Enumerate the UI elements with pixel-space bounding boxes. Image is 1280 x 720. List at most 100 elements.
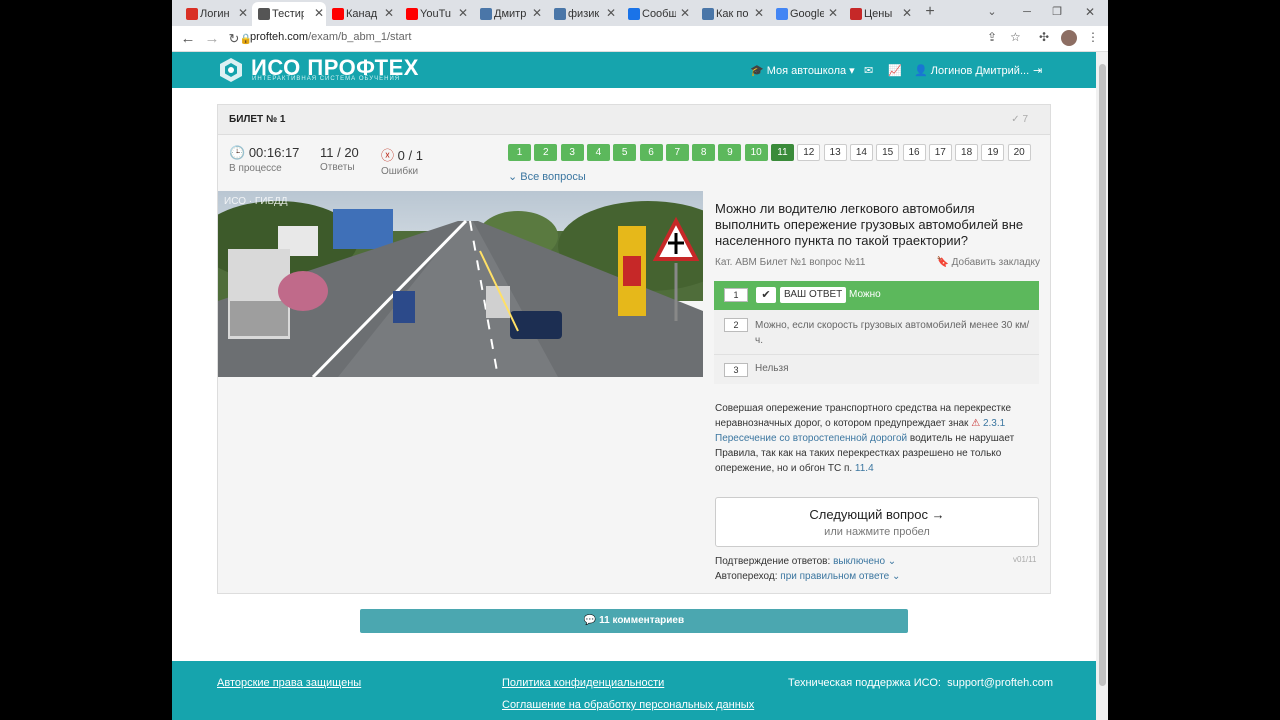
- profile-avatar[interactable]: [1061, 30, 1077, 46]
- confirm-dropdown[interactable]: выключено ⌄: [833, 556, 896, 567]
- question-number-13[interactable]: 13: [823, 144, 847, 161]
- autoadvance-value: при правильном ответе: [780, 571, 890, 582]
- close-tab-icon[interactable]: ✕: [680, 6, 690, 20]
- url-field[interactable]: profteh.com/exam/b_abm_1/start: [250, 31, 411, 43]
- sign-name-link[interactable]: Пересечение со второстепенной дорогой: [715, 433, 907, 444]
- question-number-9[interactable]: 9: [718, 144, 742, 161]
- nav-user-label: Логинов Дмитрий...: [930, 65, 1030, 77]
- favicon-icon: [406, 8, 418, 20]
- add-bookmark-link[interactable]: 🔖 Добавить закладку: [936, 257, 1040, 268]
- answer-option-3[interactable]: 3 Нельзя: [714, 355, 1039, 384]
- question-number-10[interactable]: 10: [744, 144, 768, 161]
- question-number-12[interactable]: 12: [797, 144, 821, 161]
- close-tab-icon[interactable]: ✕: [606, 6, 616, 20]
- browser-tab[interactable]: Как по ✕: [702, 2, 766, 26]
- question-number-2[interactable]: 2: [534, 144, 558, 161]
- question-photo: ИСО · ГИБДД: [218, 191, 703, 377]
- question-number-7[interactable]: 7: [665, 144, 689, 161]
- site-footer: Авторские права защищены Политика конфид…: [172, 661, 1096, 720]
- errors-value: 0 / 1: [397, 148, 423, 163]
- extensions-icon[interactable]: ✣: [1039, 30, 1049, 44]
- minimize-icon[interactable]: ─: [1017, 2, 1037, 22]
- comments-button[interactable]: 💬 11 комментариев: [360, 609, 908, 633]
- tab-label: Дмитр: [494, 8, 527, 20]
- browser-tab[interactable]: Google ✕: [776, 2, 840, 26]
- close-tab-icon[interactable]: ✕: [754, 6, 764, 20]
- forward-icon[interactable]: →: [202, 29, 222, 49]
- browser-tab[interactable]: YouTu ✕: [406, 2, 470, 26]
- answers-label: Ответы: [320, 162, 355, 173]
- maximize-icon[interactable]: ❐: [1047, 2, 1067, 22]
- agreement-link[interactable]: Соглашение на обработку персональных дан…: [502, 699, 754, 711]
- favicon-icon: [776, 8, 788, 20]
- copyright-link[interactable]: Авторские права защищены: [217, 677, 361, 689]
- browser-tab[interactable]: Тестир ✕: [252, 2, 326, 26]
- question-number-8[interactable]: 8: [692, 144, 716, 161]
- question-number-14[interactable]: 14: [849, 144, 873, 161]
- mail-icon[interactable]: ✉: [864, 64, 873, 77]
- photo-watermark: ИСО · ГИБДД: [224, 196, 288, 207]
- browser-tab[interactable]: Сообщ ✕: [628, 2, 692, 26]
- rule-link[interactable]: 11.4: [855, 463, 874, 474]
- nav-my-school[interactable]: 🎓 Моя автошкола ▾: [750, 64, 855, 77]
- support-email[interactable]: support@profteh.com: [947, 677, 1053, 689]
- autoadvance-dropdown[interactable]: при правильном ответе ⌄: [780, 571, 900, 582]
- question-number-15[interactable]: 15: [876, 144, 900, 161]
- version-label: v01/11: [1013, 555, 1037, 564]
- tab-search-icon[interactable]: ⌄: [982, 2, 1002, 22]
- question-number-20[interactable]: 20: [1007, 144, 1031, 161]
- scrollbar-thumb[interactable]: [1099, 64, 1106, 686]
- ticket-counter-value: 7: [1022, 114, 1028, 125]
- question-number-5[interactable]: 5: [613, 144, 637, 161]
- new-tab-button[interactable]: +: [920, 2, 940, 22]
- comments-label: 11 комментариев: [599, 615, 685, 626]
- question-text: Можно ли водителю легкового автомобиля в…: [715, 201, 1024, 248]
- chrome-menu-icon[interactable]: ⋮: [1087, 30, 1099, 44]
- next-question-button[interactable]: Следующий вопрос → или нажмите пробел: [715, 497, 1039, 547]
- question-number-18[interactable]: 18: [955, 144, 979, 161]
- question-number-1[interactable]: 1: [508, 144, 531, 161]
- favicon-icon: [628, 8, 640, 20]
- back-icon[interactable]: ←: [178, 29, 198, 49]
- close-tab-icon[interactable]: ✕: [458, 6, 468, 20]
- user-icon: 👤: [914, 65, 928, 77]
- logout-icon[interactable]: ⇥: [1033, 64, 1042, 77]
- answer-number: 2: [724, 318, 748, 332]
- question-number-19[interactable]: 19: [981, 144, 1005, 161]
- all-questions-link[interactable]: ⌄ Все вопросы: [508, 170, 586, 183]
- warning-sign-icon: ⚠: [971, 418, 981, 429]
- check-icon: ✔: [756, 287, 776, 303]
- logo-icon[interactable]: [218, 57, 244, 83]
- close-tab-icon[interactable]: ✕: [384, 6, 394, 20]
- question-number-11[interactable]: 11: [771, 144, 794, 161]
- browser-tab[interactable]: Цены ✕: [850, 2, 914, 26]
- your-answer-badge: ВАШ ОТВЕТ: [780, 287, 847, 303]
- stats-icon[interactable]: 📈: [888, 64, 902, 77]
- question-number-4[interactable]: 4: [586, 144, 610, 161]
- question-number-3[interactable]: 3: [560, 144, 584, 161]
- answer-option-2[interactable]: 2 Можно, если скорость грузовых автомоби…: [714, 310, 1039, 355]
- close-tab-icon[interactable]: ✕: [828, 6, 838, 20]
- share-icon[interactable]: ⇪: [987, 30, 997, 44]
- browser-tab[interactable]: Дмитр ✕: [480, 2, 544, 26]
- question-number-16[interactable]: 16: [902, 144, 926, 161]
- tab-label: Логин: [200, 8, 230, 20]
- browser-tab[interactable]: Канад ✕: [332, 2, 396, 26]
- comments-icon: 💬: [583, 615, 597, 626]
- close-tab-icon[interactable]: ✕: [314, 6, 324, 20]
- answer-option-1[interactable]: 1 ✔ ВАШ ОТВЕТ Можно: [714, 281, 1039, 310]
- bookmark-star-icon[interactable]: ☆: [1010, 30, 1021, 44]
- close-tab-icon[interactable]: ✕: [902, 6, 912, 20]
- bookmark-label: Добавить закладку: [951, 257, 1040, 268]
- nav-user[interactable]: 👤 Логинов Дмитрий...: [914, 64, 1029, 77]
- sign-link[interactable]: 2.3.1: [983, 418, 1005, 429]
- browser-tab[interactable]: физик ✕: [554, 2, 618, 26]
- question-number-6[interactable]: 6: [639, 144, 663, 161]
- close-tab-icon[interactable]: ✕: [238, 6, 248, 20]
- close-tab-icon[interactable]: ✕: [532, 6, 542, 20]
- tab-label: YouTu: [420, 8, 451, 20]
- browser-tab[interactable]: Логин ✕: [186, 2, 250, 26]
- question-number-17[interactable]: 17: [928, 144, 952, 161]
- privacy-link[interactable]: Политика конфиденциальности: [502, 677, 664, 689]
- close-window-icon[interactable]: ✕: [1080, 2, 1100, 22]
